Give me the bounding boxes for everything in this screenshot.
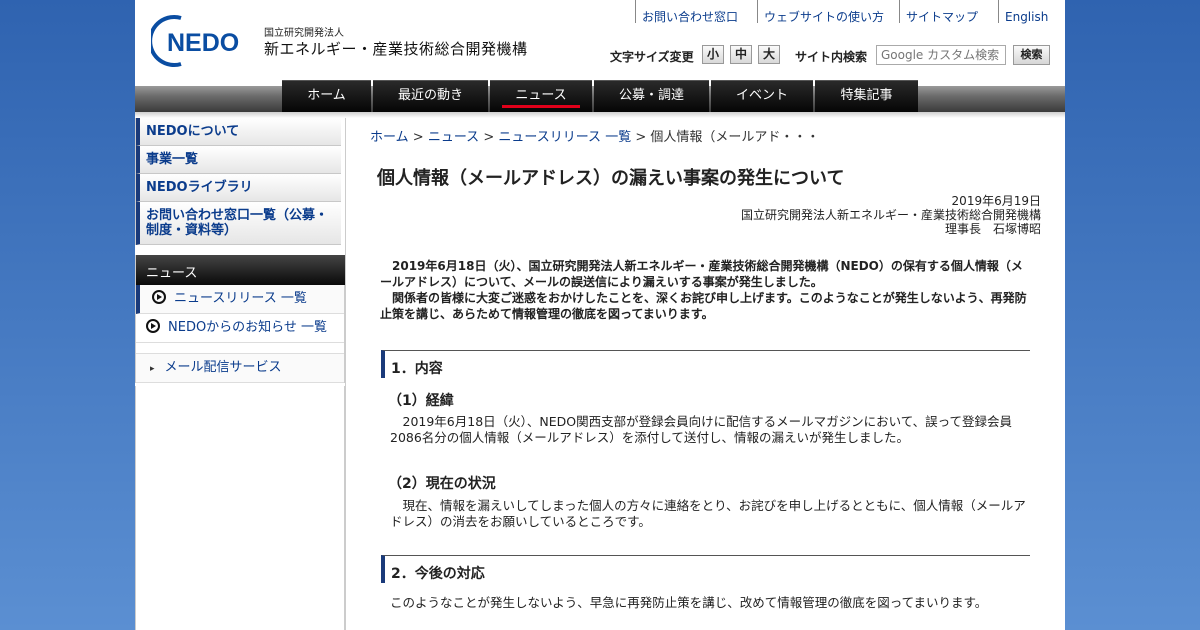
utility-links: お問い合わせ窓口 ウェブサイトの使い方 サイトマップ English [635, 0, 1063, 24]
lead-paragraph-1: 2019年6月18日（火）、国立研究開発法人新エネルギー・産業技術総合開発機構（… [380, 259, 1023, 289]
breadcrumb-separator: > [412, 130, 424, 145]
breadcrumb: ホーム > ニュース > ニュースリリース 一覧 > 個人情報（メールアド・・・ [370, 126, 819, 145]
nav-recent[interactable]: 最近の動き [373, 80, 488, 112]
font-size-small-button[interactable]: 小 [702, 45, 724, 64]
sidebar-spacer [136, 343, 344, 354]
font-size-medium-button[interactable]: 中 [730, 45, 752, 64]
sitemap-link[interactable]: サイトマップ [899, 0, 998, 24]
site-search-label: サイト内検索 [795, 50, 868, 64]
site-usage-link[interactable]: ウェブサイトの使い方 [757, 0, 899, 24]
sidebar-item-label: NEDOからのお知らせ 一覧 [168, 320, 328, 335]
sidebar-item-mail-service[interactable]: ▸ メール配信サービス [136, 354, 344, 383]
breadcrumb-current: 個人情報（メールアド・・・ [650, 130, 820, 145]
circle-arrow-icon [146, 319, 160, 333]
breadcrumb-separator: > [483, 130, 495, 145]
nedo-logo-icon: NEDO [148, 15, 239, 67]
sidebar-item-about[interactable]: NEDOについて [136, 118, 341, 146]
sidebar-section-title: ニュース [135, 255, 345, 285]
triangle-right-icon: ▸ [150, 364, 155, 374]
article-lead: 2019年6月18日（火）、国立研究開発法人新エネルギー・産業技術総合開発機構（… [380, 258, 1028, 322]
nav-news[interactable]: ニュース [490, 80, 592, 112]
site-header: NEDO 国立研究開発法人 新エネルギー・産業技術総合開発機構 お問い合わせ窓口… [135, 0, 1065, 86]
article-date: 2019年6月19日 [951, 194, 1041, 208]
english-link[interactable]: English [998, 0, 1063, 24]
article-signer: 理事長 石塚博昭 [944, 222, 1041, 236]
main-content: ホーム > ニュース > ニュースリリース 一覧 > 個人情報（メールアド・・・… [345, 118, 1066, 630]
sidebar-empty [135, 386, 345, 630]
org-name: 新エネルギー・産業技術総合開発機構 [264, 40, 528, 58]
subheading-current-status: （2）現在の状況 [388, 476, 496, 492]
breadcrumb-news[interactable]: ニュース [428, 130, 479, 145]
search-input[interactable] [876, 45, 1006, 65]
article-issuer: 国立研究開発法人新エネルギー・産業技術総合開発機構 [740, 208, 1041, 222]
font-size-large-button[interactable]: 大 [758, 45, 780, 64]
sidebar-main-menu: NEDOについて 事業一覧 NEDOライブラリ お問い合わせ窓口一覧（公募・制度… [135, 118, 345, 245]
article-meta: 2019年6月19日 国立研究開発法人新エネルギー・産業技術総合開発機構 理事長… [741, 194, 1041, 236]
page-title: 個人情報（メールアドレス）の漏えい事案の発生について [377, 168, 845, 189]
logo-text: NEDO [167, 29, 239, 57]
section-heading-content: 1．内容 [381, 350, 1030, 378]
sidebar: NEDOについて 事業一覧 NEDOライブラリ お問い合わせ窓口一覧（公募・制度… [135, 118, 345, 630]
nav-home[interactable]: ホーム [282, 80, 371, 112]
lead-paragraph-2: 関係者の皆様に大変ご迷惑をおかけしたことを、深くお詫び申し上げます。このようなこ… [380, 291, 1027, 321]
breadcrumb-separator: > [635, 130, 647, 145]
sidebar-item-label: メール配信サービス [164, 360, 282, 375]
search-button[interactable]: 検索 [1013, 45, 1050, 65]
section-heading-future: 2．今後の対応 [381, 555, 1030, 583]
background-text: 2019年6月18日（火）、NEDO関西支部が登録会員向けに配信するメールマガジ… [390, 414, 1013, 445]
font-size-label: 文字サイズ変更 [610, 50, 694, 64]
nav-features[interactable]: 特集記事 [815, 80, 918, 112]
sidebar-item-news-releases[interactable]: ニュースリリース 一覧 [136, 285, 344, 314]
nav-procurement[interactable]: 公募・調達 [594, 80, 709, 112]
nedo-logo[interactable]: NEDO [148, 14, 251, 68]
current-status-text: 現在、情報を漏えいしてしまった個人の方々に連絡をとり、お詫びを申し上げるとともに… [390, 498, 1026, 529]
nav-events[interactable]: イベント [711, 80, 813, 112]
sidebar-news-menu: ニュースリリース 一覧 NEDOからのお知らせ 一覧 ▸ メール配信サービス [135, 285, 345, 383]
future-action-text: このようなことが発生しないよう、早急に再発防止策を講じ、改めて情報管理の徹底を図… [390, 595, 988, 610]
sidebar-item-projects[interactable]: 事業一覧 [136, 146, 341, 174]
sidebar-item-notices[interactable]: NEDOからのお知らせ 一覧 [136, 314, 344, 343]
org-type: 国立研究開発法人 [264, 28, 344, 39]
global-nav-bar: ホーム 最近の動き ニュース 公募・調達 イベント 特集記事 [135, 80, 1065, 112]
sidebar-item-library[interactable]: NEDOライブラリ [136, 174, 341, 202]
global-nav: ホーム 最近の動き ニュース 公募・調達 イベント 特集記事 [282, 80, 920, 112]
subheading-background: （1）経緯 [388, 393, 454, 409]
page: NEDO 国立研究開発法人 新エネルギー・産業技術総合開発機構 お問い合わせ窓口… [135, 0, 1065, 630]
sidebar-item-label: ニュースリリース 一覧 [174, 291, 307, 306]
contact-link[interactable]: お問い合わせ窓口 [635, 0, 757, 24]
circle-arrow-icon [152, 290, 166, 304]
sidebar-item-contacts[interactable]: お問い合わせ窓口一覧（公募・制度・資料等） [136, 202, 341, 245]
breadcrumb-news-releases[interactable]: ニュースリリース 一覧 [498, 130, 631, 145]
breadcrumb-home[interactable]: ホーム [370, 130, 409, 145]
